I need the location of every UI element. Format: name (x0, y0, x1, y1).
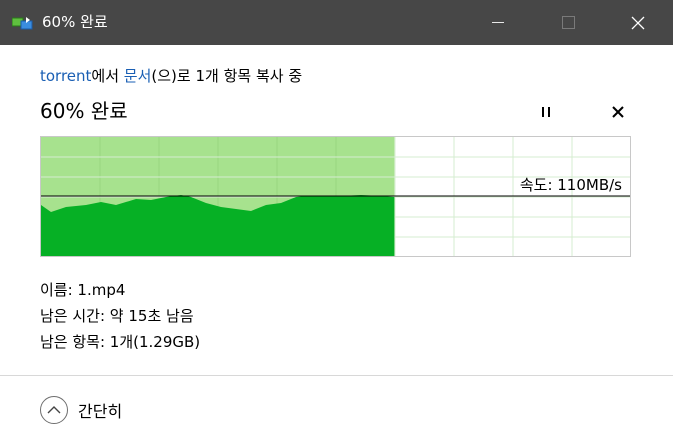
maximize-icon (561, 16, 575, 29)
chevron-up-icon (40, 396, 68, 424)
minimize-icon (492, 22, 504, 23)
time-remaining: 남은 시간: 약 15초 남음 (40, 307, 194, 325)
destination-folder-link[interactable]: 문서 (124, 67, 152, 85)
transfer-speed-graph: 속도: 110MB/s (40, 136, 631, 257)
maximize-button[interactable] (533, 0, 603, 45)
progress-percent-title: 60% 완료 (40, 99, 128, 123)
cancel-icon (612, 106, 624, 118)
destination-suffix: (으)로 1개 항목 복사 중 (151, 67, 303, 85)
close-window-button[interactable] (603, 0, 673, 45)
close-icon (631, 16, 645, 29)
pause-icon (540, 107, 552, 117)
speed-label: 속도: 110MB/s (519, 176, 622, 194)
cancel-button[interactable] (606, 101, 630, 123)
window-title: 60% 완료 (42, 13, 108, 31)
items-remaining: 남은 항목: 1개(1.29GB) (40, 333, 201, 351)
from-text: 에서 (91, 67, 124, 85)
copy-progress-panel: torrent에서 문서(으)로 1개 항목 복사 중 60% 완료 속도: 1… (0, 45, 673, 375)
footer: 간단히 (0, 375, 673, 444)
source-folder-link[interactable]: torrent (40, 67, 91, 85)
title-bar: 60% 완료 (0, 0, 673, 45)
file-copy-icon (11, 15, 34, 31)
fewer-details-button[interactable]: 간단히 (40, 396, 122, 424)
pause-button[interactable] (534, 102, 558, 122)
file-name: 이름: 1.mp4 (40, 281, 126, 299)
speed-graph-canvas (41, 137, 630, 256)
copy-description: torrent에서 문서(으)로 1개 항목 복사 중 (40, 65, 302, 86)
minimize-button[interactable] (463, 0, 533, 45)
fewer-details-label: 간단히 (78, 402, 123, 421)
details-section: 이름: 1.mp4 남은 시간: 약 15초 남음 남은 항목: 1개(1.29… (40, 277, 200, 355)
